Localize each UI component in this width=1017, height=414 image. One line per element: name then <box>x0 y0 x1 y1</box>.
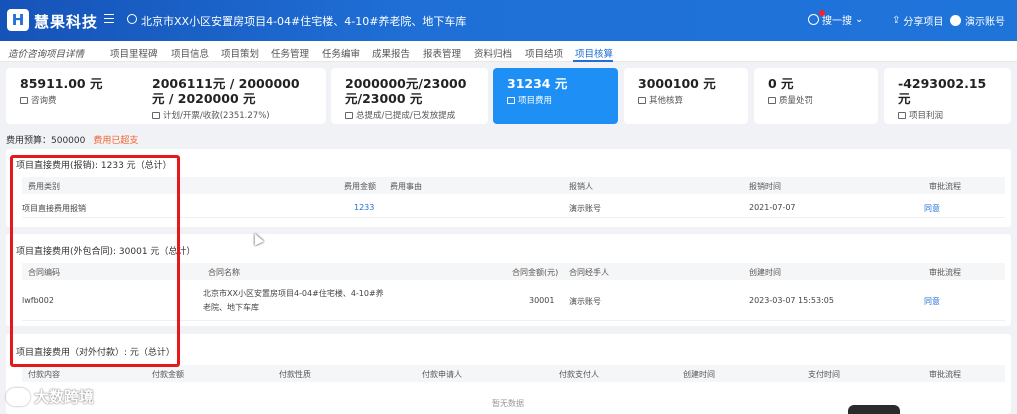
stat-card-commission[interactable]: 2000000元/23000元/23000 元 总提成/已提成/已发放提成 <box>331 68 488 124</box>
stat-card-consulting-fee[interactable]: 85911.00 元 咨询费 <box>6 68 143 124</box>
doc-icon <box>638 96 646 104</box>
cell-amount[interactable]: 1233 <box>354 203 374 212</box>
app-logo-text: 慧果科技 <box>34 13 99 31</box>
stat-value: -4293002.15 元 <box>898 76 987 106</box>
cell-amount: 30001 <box>529 296 555 305</box>
column-header: 审批流程 <box>929 370 961 379</box>
share-label: 分享项目 <box>903 17 944 28</box>
stat-label: 其他核算 <box>649 96 684 106</box>
column-header: 创建时间 <box>749 268 781 277</box>
stat-label: 项目费用 <box>518 96 553 106</box>
column-header: 报销人 <box>569 182 593 191</box>
stat-label: 项目利润 <box>909 111 944 121</box>
active-tab-indicator <box>573 60 613 62</box>
tab-project-accounting[interactable]: 项目核算 <box>575 46 613 60</box>
column-header: 付款性质 <box>279 370 311 379</box>
cell-time: 2023-03-07 15:53:05 <box>749 296 834 305</box>
tab-archive[interactable]: 资料归档 <box>474 46 512 60</box>
tab-project-plan[interactable]: 项目策划 <box>221 46 259 60</box>
stat-value: 2000000元/23000元/23000 元 <box>345 76 467 106</box>
stat-value: 3000100 元 <box>638 76 716 91</box>
column-header: 创建时间 <box>683 370 715 379</box>
project-title: 北京市XX小区安置房项目4-04#住宅楼、4-10#养老院、地下车库 <box>141 15 467 28</box>
logo-icon: H <box>7 9 29 31</box>
column-header: 付款金额 <box>152 370 184 379</box>
doc-icon <box>768 96 776 104</box>
column-header: 费用事由 <box>390 182 422 191</box>
stat-value: 2006111元 / 2000000元 / 2020000 元 <box>152 76 300 106</box>
column-header: 审批流程 <box>929 268 961 277</box>
tab-task-review[interactable]: 任务编审 <box>322 46 360 60</box>
stat-card-invoice[interactable]: 2006111元 / 2000000元 / 2020000 元 计划/开票/收款… <box>138 68 326 124</box>
cell-contract-name-cont: 老院、地下车库 <box>203 303 259 312</box>
column-header: 合同名称 <box>208 268 240 277</box>
column-header: 审批流程 <box>929 182 961 191</box>
stat-card-project-cost[interactable]: 31234 元 项目费用 <box>493 68 618 124</box>
tab-milestone[interactable]: 项目里程碑 <box>110 46 158 60</box>
doc-icon <box>898 111 906 119</box>
stat-card-quality-penalty[interactable]: 0 元 质量处罚 <box>754 68 878 124</box>
watermark-text: 大数跨境 <box>34 388 95 406</box>
notification-badge <box>819 10 825 16</box>
overbudget-warning: 费用已超支 <box>93 136 139 146</box>
cell-person: 演示账号 <box>569 204 601 213</box>
search-icon <box>808 14 819 25</box>
column-header: 费用金额 <box>344 182 376 191</box>
stat-label: 咨询费 <box>31 96 57 106</box>
doc-icon <box>152 111 160 119</box>
project-tabbar: 造价咨询项目详情 项目里程碑 项目信息 项目策划 任务管理 任务编审 成果报告 … <box>0 41 1017 62</box>
column-header: 报销时间 <box>749 182 781 191</box>
budget-line: 费用预算：500000 费用已超支 <box>6 133 138 146</box>
doc-icon <box>345 111 353 119</box>
empty-state: 暂无数据 <box>492 399 524 408</box>
stat-label: 总提成/已提成/已发放提成 <box>356 111 456 121</box>
tab-project-close[interactable]: 项目结项 <box>525 46 563 60</box>
share-icon: ⇪ <box>892 15 901 26</box>
approve-link[interactable]: 同意 <box>924 203 940 214</box>
search-label: 搜一搜 <box>822 16 852 27</box>
column-header: 付款内容 <box>28 370 60 379</box>
tab-project-info[interactable]: 项目信息 <box>171 46 209 60</box>
stat-value: 31234 元 <box>507 76 568 91</box>
stat-value: 0 元 <box>768 76 794 91</box>
search-button[interactable]: 搜一搜 ⌄ <box>808 12 863 27</box>
column-header: 付款支付人 <box>559 370 599 379</box>
doc-icon <box>507 96 515 104</box>
page-label: 造价咨询项目详情 <box>8 49 85 60</box>
cell-time: 2021-07-07 <box>749 203 796 212</box>
column-header: 支付时间 <box>808 370 840 379</box>
share-project-button[interactable]: ⇪ 分享项目 <box>892 13 943 28</box>
cell-contract-name: 北京市XX小区安置房项目4-04#住宅楼、4-10#养 <box>203 289 384 298</box>
stat-card-project-profit[interactable]: -4293002.15 元 项目利润 <box>884 68 1011 124</box>
watermark: 大数跨境 <box>6 386 94 407</box>
menu-icon[interactable] <box>104 14 114 23</box>
tab-report-management[interactable]: 报表管理 <box>423 46 461 60</box>
chevron-down-icon: ⌄ <box>855 14 864 25</box>
column-header: 付款申请人 <box>422 370 462 379</box>
column-header: 合同经手人 <box>569 268 609 277</box>
approve-link[interactable]: 同意 <box>924 296 940 307</box>
budget-label: 费用预算：500000 <box>6 136 86 146</box>
tab-result-report[interactable]: 成果报告 <box>372 46 410 60</box>
stat-value: 85911.00 元 <box>20 76 103 91</box>
highlight-box <box>10 155 180 367</box>
stat-label: 计划/开票/收款(2351.27%) <box>163 111 270 121</box>
avatar <box>950 15 961 26</box>
location-icon <box>127 14 137 24</box>
stat-card-other-accounting[interactable]: 3000100 元 其他核算 <box>624 68 748 124</box>
video-thumbnail <box>848 405 900 414</box>
doc-icon <box>20 96 28 104</box>
cell-handler: 演示账号 <box>569 297 601 306</box>
user-name: 演示账号 <box>965 17 1005 28</box>
tab-task-management[interactable]: 任务管理 <box>271 46 309 60</box>
table-header: 付款内容 付款金额 付款性质 付款申请人 付款支付人 创建时间 支付时间 审批流… <box>22 365 1005 382</box>
column-header: 合同金额(元) <box>512 268 559 277</box>
app-header: H 慧果科技 北京市XX小区安置房项目4-04#住宅楼、4-10#养老院、地下车… <box>0 0 1017 41</box>
stat-label: 质量处罚 <box>779 96 814 106</box>
user-menu[interactable]: 演示账号 <box>950 13 1005 28</box>
watermark-logo-icon <box>6 387 30 406</box>
